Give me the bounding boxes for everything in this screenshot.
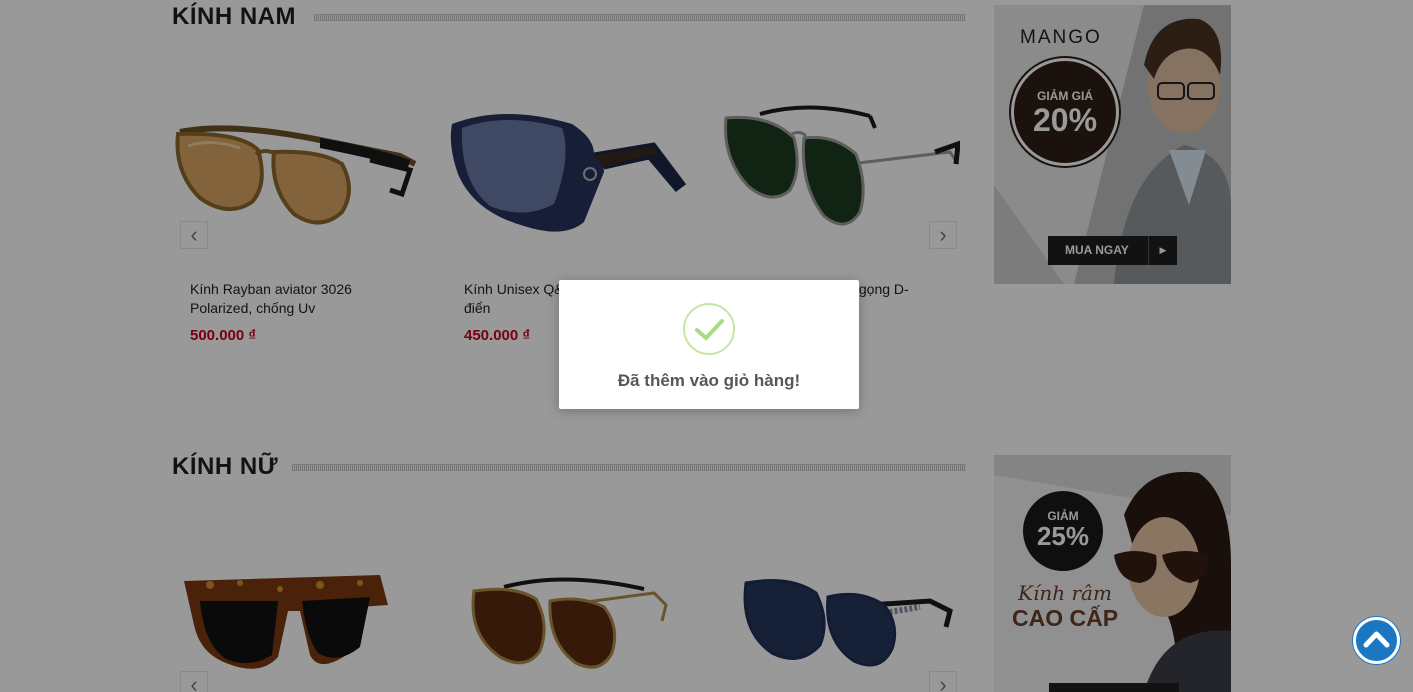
dialog-message: Đã thêm vào giỏ hàng! (617, 371, 801, 390)
add-to-cart-success-dialog[interactable]: Đã thêm vào giỏ hàng! (559, 280, 859, 409)
back-to-top-button[interactable] (1353, 617, 1400, 664)
chevron-up-icon (1363, 631, 1390, 648)
success-check-icon (683, 303, 735, 355)
